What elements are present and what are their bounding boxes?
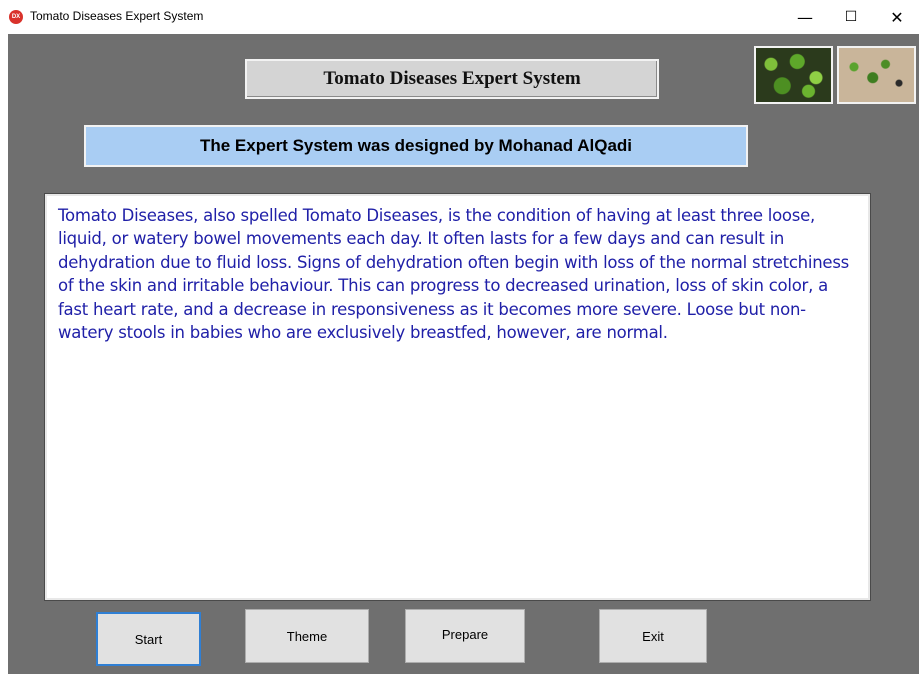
window-title: Tomato Diseases Expert System (30, 9, 204, 23)
close-button[interactable]: ✕ (874, 0, 919, 34)
start-button[interactable]: Start (96, 612, 201, 666)
theme-button[interactable]: Theme (245, 609, 369, 663)
exit-button[interactable]: Exit (599, 609, 707, 663)
prepare-button[interactable]: Prepare (405, 609, 525, 663)
app-icon: DX (9, 10, 23, 24)
description-text: Tomato Diseases, also spelled Tomato Dis… (58, 206, 850, 343)
tomato-seedlings-image (754, 46, 833, 104)
page-title: Tomato Diseases Expert System (245, 59, 659, 99)
maximize-button[interactable]: ☐ (828, 0, 874, 34)
designer-credit-label: The Expert System was designed by Mohana… (84, 125, 748, 167)
minimize-button[interactable]: — (782, 0, 828, 34)
title-bar: DX Tomato Diseases Expert System — ☐ ✕ (0, 0, 919, 34)
description-textbox[interactable]: Tomato Diseases, also spelled Tomato Dis… (45, 194, 870, 600)
diseased-seedlings-image (837, 46, 916, 104)
